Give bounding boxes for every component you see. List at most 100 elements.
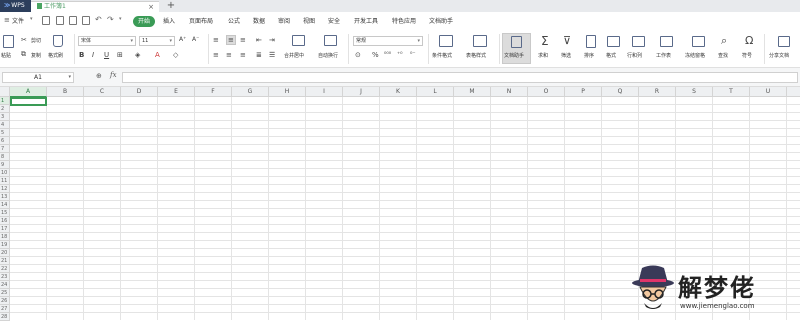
column-header[interactable]: E	[158, 87, 195, 97]
new-tab-button[interactable]: +	[164, 0, 178, 12]
format-icon[interactable]	[607, 36, 620, 47]
menu-review[interactable]: 审阅	[278, 16, 290, 27]
row-header[interactable]: 14	[0, 201, 10, 209]
chevron-down-icon[interactable]: ▾	[30, 16, 33, 22]
print-icon[interactable]	[69, 16, 77, 25]
row-header[interactable]: 17	[0, 225, 10, 233]
share-icon[interactable]	[778, 36, 790, 47]
row-header[interactable]: 20	[0, 249, 10, 257]
active-cell[interactable]	[10, 97, 47, 106]
thousands-separator-icon[interactable]: ⁰⁰⁰	[384, 51, 391, 59]
merge-center-label[interactable]: 合并居中	[284, 52, 304, 59]
column-header[interactable]: H	[269, 87, 306, 97]
menu-page-layout[interactable]: 页面布局	[189, 16, 213, 27]
currency-icon[interactable]: ⊙	[355, 51, 361, 59]
align-left-icon[interactable]: ≡	[213, 51, 219, 59]
column-header[interactable]: I	[306, 87, 343, 97]
menu-file[interactable]: 文件	[12, 16, 24, 27]
align-middle-icon[interactable]: ≡	[226, 35, 236, 45]
row-header[interactable]: 13	[0, 193, 10, 201]
italic-icon[interactable]: I	[92, 51, 94, 59]
print-preview-icon[interactable]	[56, 16, 64, 25]
format-painter-icon[interactable]	[53, 35, 63, 47]
border-icon[interactable]: ⊞	[117, 51, 123, 59]
doc-assistant-label[interactable]: 文档助手	[504, 52, 524, 59]
find-label[interactable]: 查找	[718, 52, 728, 59]
menu-insert[interactable]: 插入	[163, 16, 175, 27]
row-header[interactable]: 10	[0, 169, 10, 177]
name-box[interactable]: A1 ▾	[2, 72, 74, 83]
column-header[interactable]: Q	[602, 87, 639, 97]
column-header[interactable]: T	[713, 87, 750, 97]
freeze-pane-icon[interactable]	[692, 36, 705, 47]
column-header[interactable]: R	[639, 87, 676, 97]
fill-color-icon[interactable]: ◈	[135, 51, 140, 59]
worksheet-label[interactable]: 工作表	[656, 52, 671, 59]
menu-view[interactable]: 视图	[303, 16, 315, 27]
menu-security[interactable]: 安全	[328, 16, 340, 27]
menu-features[interactable]: 特色应用	[392, 16, 416, 27]
row-header[interactable]: 8	[0, 153, 10, 161]
bold-icon[interactable]: B	[79, 51, 84, 59]
row-header[interactable]: 16	[0, 217, 10, 225]
row-header[interactable]: 9	[0, 161, 10, 169]
row-header[interactable]: 27	[0, 305, 10, 313]
undo-icon[interactable]: ↶	[95, 15, 102, 24]
column-header[interactable]: P	[565, 87, 602, 97]
export-pdf-icon[interactable]	[82, 16, 90, 25]
font-name-select[interactable]: 宋体 ▾	[78, 36, 136, 46]
table-style-icon[interactable]	[473, 35, 487, 47]
conditional-format-label[interactable]: 条件格式	[432, 52, 452, 59]
increase-decimal-icon[interactable]: ⁺⁰	[397, 51, 403, 59]
column-header[interactable]: J	[343, 87, 380, 97]
row-header[interactable]: 5	[0, 129, 10, 137]
save-icon[interactable]	[42, 16, 50, 25]
row-header[interactable]: 25	[0, 289, 10, 297]
doc-assistant-icon[interactable]	[511, 36, 522, 48]
indent-increase-icon[interactable]: ⇥	[269, 36, 275, 44]
column-header[interactable]: D	[121, 87, 158, 97]
column-header[interactable]: N	[491, 87, 528, 97]
find-icon[interactable]: ⌕	[721, 35, 727, 47]
indent-decrease-icon[interactable]: ⇤	[256, 36, 262, 44]
column-header[interactable]: B	[47, 87, 84, 97]
document-tab[interactable]: 工作簿1 ×	[31, 1, 159, 12]
menu-doc-assistant[interactable]: 文档助手	[429, 16, 453, 27]
row-header[interactable]: 3	[0, 113, 10, 121]
format-label[interactable]: 格式	[606, 52, 616, 59]
underline-icon[interactable]: U	[104, 51, 109, 59]
zoom-icon[interactable]: ⊕	[96, 72, 102, 80]
menu-data[interactable]: 数据	[253, 16, 265, 27]
sum-label[interactable]: 求和	[538, 52, 548, 59]
column-header[interactable]: V	[787, 87, 800, 97]
distribute-icon[interactable]: ☰	[269, 51, 275, 59]
row-column-label[interactable]: 行和列	[627, 52, 642, 59]
number-format-select[interactable]: 常规 ▾	[353, 36, 423, 46]
column-header[interactable]: A	[10, 87, 47, 97]
select-all-corner[interactable]	[0, 87, 10, 97]
column-header[interactable]: U	[750, 87, 787, 97]
column-header[interactable]: L	[417, 87, 454, 97]
justify-icon[interactable]: ≣	[256, 51, 262, 59]
row-header[interactable]: 15	[0, 209, 10, 217]
font-color-icon[interactable]: A	[155, 51, 160, 59]
symbol-label[interactable]: 符号	[742, 52, 752, 59]
row-header[interactable]: 7	[0, 145, 10, 153]
row-header[interactable]: 1	[0, 97, 10, 105]
font-size-select[interactable]: 11 ▾	[139, 36, 175, 46]
close-tab-icon[interactable]: ×	[148, 2, 154, 12]
row-header[interactable]: 6	[0, 137, 10, 145]
row-header[interactable]: 23	[0, 273, 10, 281]
copy-label[interactable]: 复制	[31, 52, 41, 59]
worksheet-icon[interactable]	[660, 36, 673, 47]
decrease-decimal-icon[interactable]: ⁰⁻	[410, 51, 416, 59]
row-header[interactable]: 26	[0, 297, 10, 305]
percent-icon[interactable]: %	[372, 51, 379, 59]
table-style-label[interactable]: 表格样式	[466, 52, 486, 59]
fx-icon[interactable]: fx	[110, 71, 117, 79]
filter-icon[interactable]: ⊽	[563, 35, 571, 47]
row-header[interactable]: 18	[0, 233, 10, 241]
redo-icon[interactable]: ↷	[107, 15, 114, 24]
align-bottom-icon[interactable]: ≡	[240, 36, 246, 44]
wrap-text-label[interactable]: 自动换行	[318, 52, 338, 59]
